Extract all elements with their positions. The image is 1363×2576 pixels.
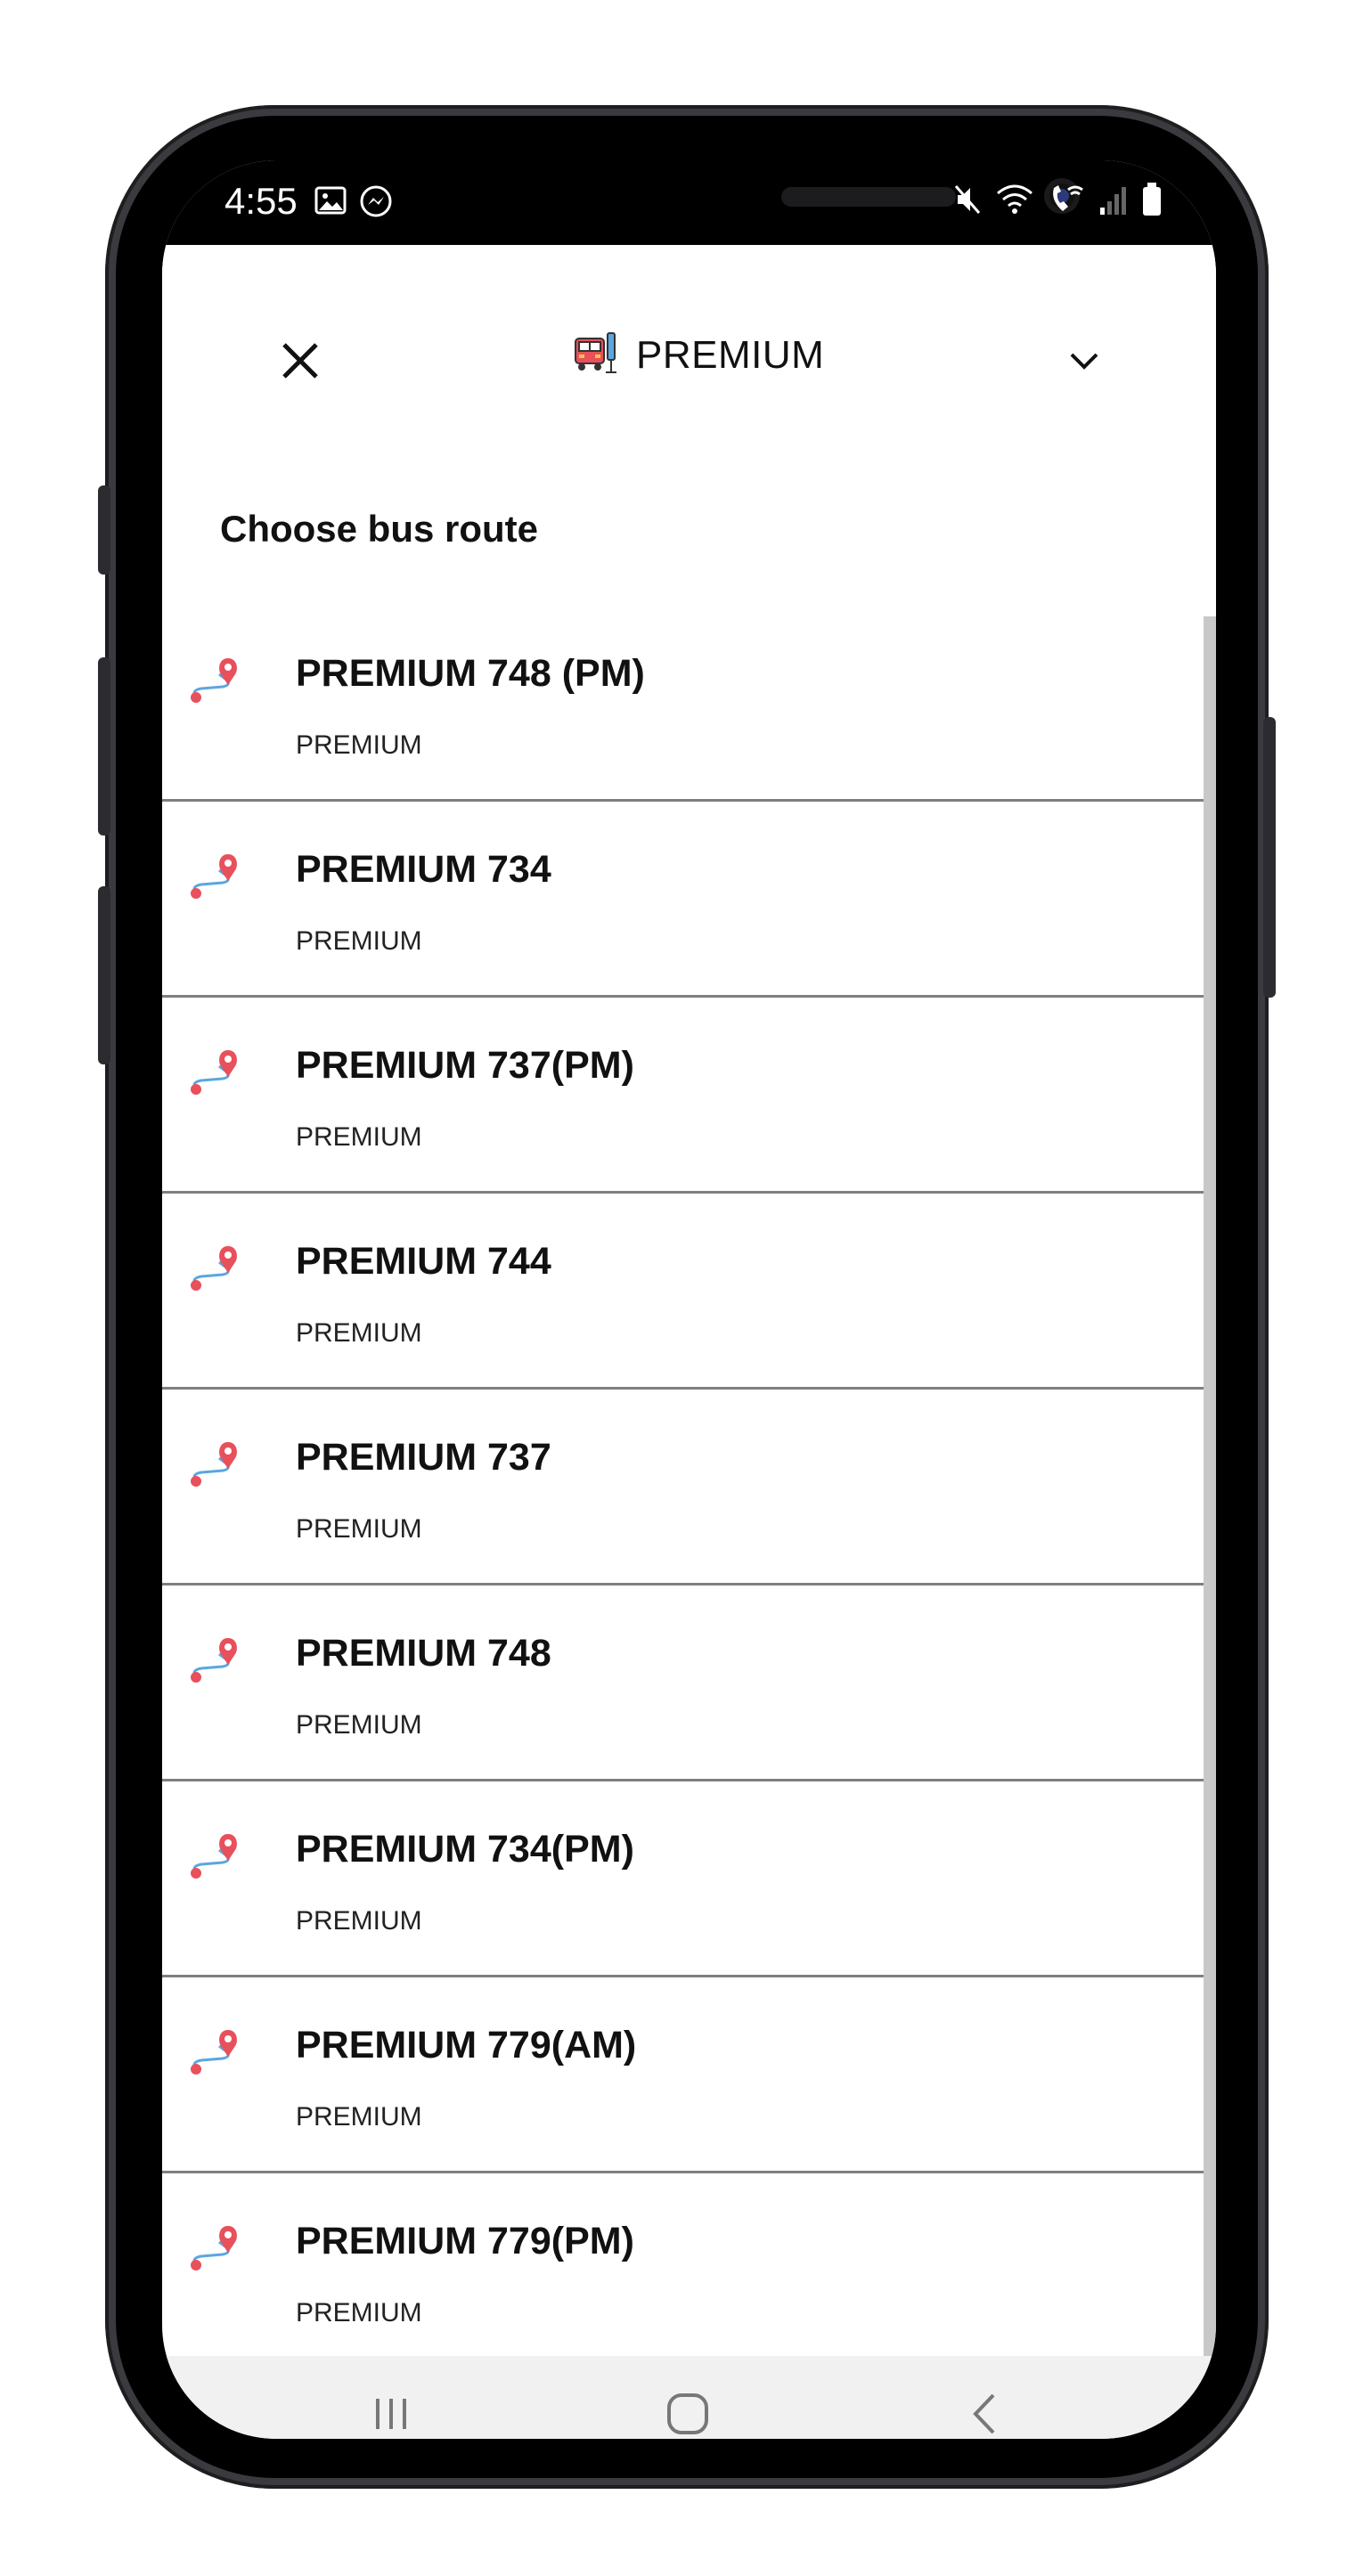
route-pin-icon: [187, 655, 242, 710]
route-category: PREMIUM: [296, 1710, 422, 1740]
route-list: PREMIUM 748 (PM) PREMIUM PREMIUM 734 PRE…: [162, 606, 1216, 2356]
chevron-down-icon: [1070, 353, 1098, 370]
header-title: PREMIUM: [636, 332, 825, 377]
back-icon: [973, 2393, 995, 2434]
route-item[interactable]: PREMIUM 737(PM) PREMIUM: [162, 998, 1216, 1194]
phone-volume-up: [98, 657, 110, 836]
route-pin-icon: [187, 1830, 242, 1886]
route-category: PREMIUM: [296, 926, 422, 956]
route-item[interactable]: PREMIUM 744 PREMIUM: [162, 1194, 1216, 1390]
phone-volume-down: [98, 886, 110, 1064]
home-button[interactable]: [652, 2383, 723, 2439]
recent-apps-button[interactable]: [355, 2383, 427, 2439]
route-item[interactable]: PREMIUM 748 (PM) PREMIUM: [162, 606, 1216, 802]
route-category: PREMIUM: [296, 2298, 422, 2327]
bus-icon: [572, 330, 618, 380]
route-name: PREMIUM 744: [296, 1240, 551, 1283]
image-icon: [314, 183, 347, 224]
signal-icon: [1098, 183, 1129, 221]
messenger-icon: [358, 183, 394, 224]
route-item[interactable]: PREMIUM 779(PM) PREMIUM: [162, 2173, 1216, 2356]
route-item[interactable]: PREMIUM 779(AM) PREMIUM: [162, 1977, 1216, 2173]
route-item[interactable]: PREMIUM 748 PREMIUM: [162, 1586, 1216, 1781]
route-pin-icon: [187, 2222, 242, 2278]
category-selector[interactable]: PREMIUM: [572, 330, 824, 380]
dropdown-button[interactable]: [1057, 334, 1111, 387]
route-name: PREMIUM 737: [296, 1436, 551, 1479]
route-item[interactable]: PREMIUM 734 PREMIUM: [162, 802, 1216, 998]
route-pin-icon: [187, 851, 242, 906]
route-category: PREMIUM: [296, 1514, 422, 1544]
recent-apps-icon: [376, 2399, 406, 2429]
list-scrollbar[interactable]: [1204, 616, 1216, 2356]
status-bar: 4:55: [162, 160, 1216, 245]
route-pin-icon: [187, 2026, 242, 2082]
back-button[interactable]: [949, 2383, 1020, 2439]
route-category: PREMIUM: [296, 1318, 422, 1348]
route-name: PREMIUM 779(PM): [296, 2220, 634, 2262]
route-category: PREMIUM: [296, 2102, 422, 2132]
route-pin-icon: [187, 1439, 242, 1494]
route-category: PREMIUM: [296, 1906, 422, 1936]
route-category: PREMIUM: [296, 730, 422, 760]
route-name: PREMIUM 748: [296, 1632, 551, 1675]
route-item[interactable]: PREMIUM 734(PM) PREMIUM: [162, 1781, 1216, 1977]
route-name: PREMIUM 734(PM): [296, 1828, 634, 1871]
route-item[interactable]: PREMIUM 737 PREMIUM: [162, 1390, 1216, 1586]
route-name: PREMIUM 734: [296, 848, 551, 891]
status-time: 4:55: [224, 180, 298, 222]
route-pin-icon: [187, 1047, 242, 1102]
route-pin-icon: [187, 1634, 242, 1690]
close-icon: [282, 343, 318, 379]
phone-side-button: [98, 485, 110, 575]
wifi-call-icon: [1047, 183, 1086, 221]
battery-icon: [1141, 182, 1163, 222]
earpiece-speaker: [781, 187, 956, 207]
mute-icon: [952, 183, 983, 221]
close-button[interactable]: [265, 325, 336, 396]
section-title: Choose bus route: [220, 508, 539, 550]
home-icon: [667, 2393, 708, 2434]
camera-notch: [407, 160, 1080, 245]
wifi-icon: [995, 183, 1034, 221]
header: PREMIUM: [162, 245, 1216, 468]
route-category: PREMIUM: [296, 1122, 422, 1152]
phone-power-button: [1263, 717, 1276, 998]
route-name: PREMIUM 737(PM): [296, 1044, 634, 1087]
route-name: PREMIUM 779(AM): [296, 2024, 637, 2067]
route-name: PREMIUM 748 (PM): [296, 652, 645, 695]
route-pin-icon: [187, 1243, 242, 1298]
app-screen: 4:55 PREMIUM Choose bus route PREMIUM 74…: [162, 160, 1216, 2439]
system-nav-bar: [162, 2356, 1216, 2439]
